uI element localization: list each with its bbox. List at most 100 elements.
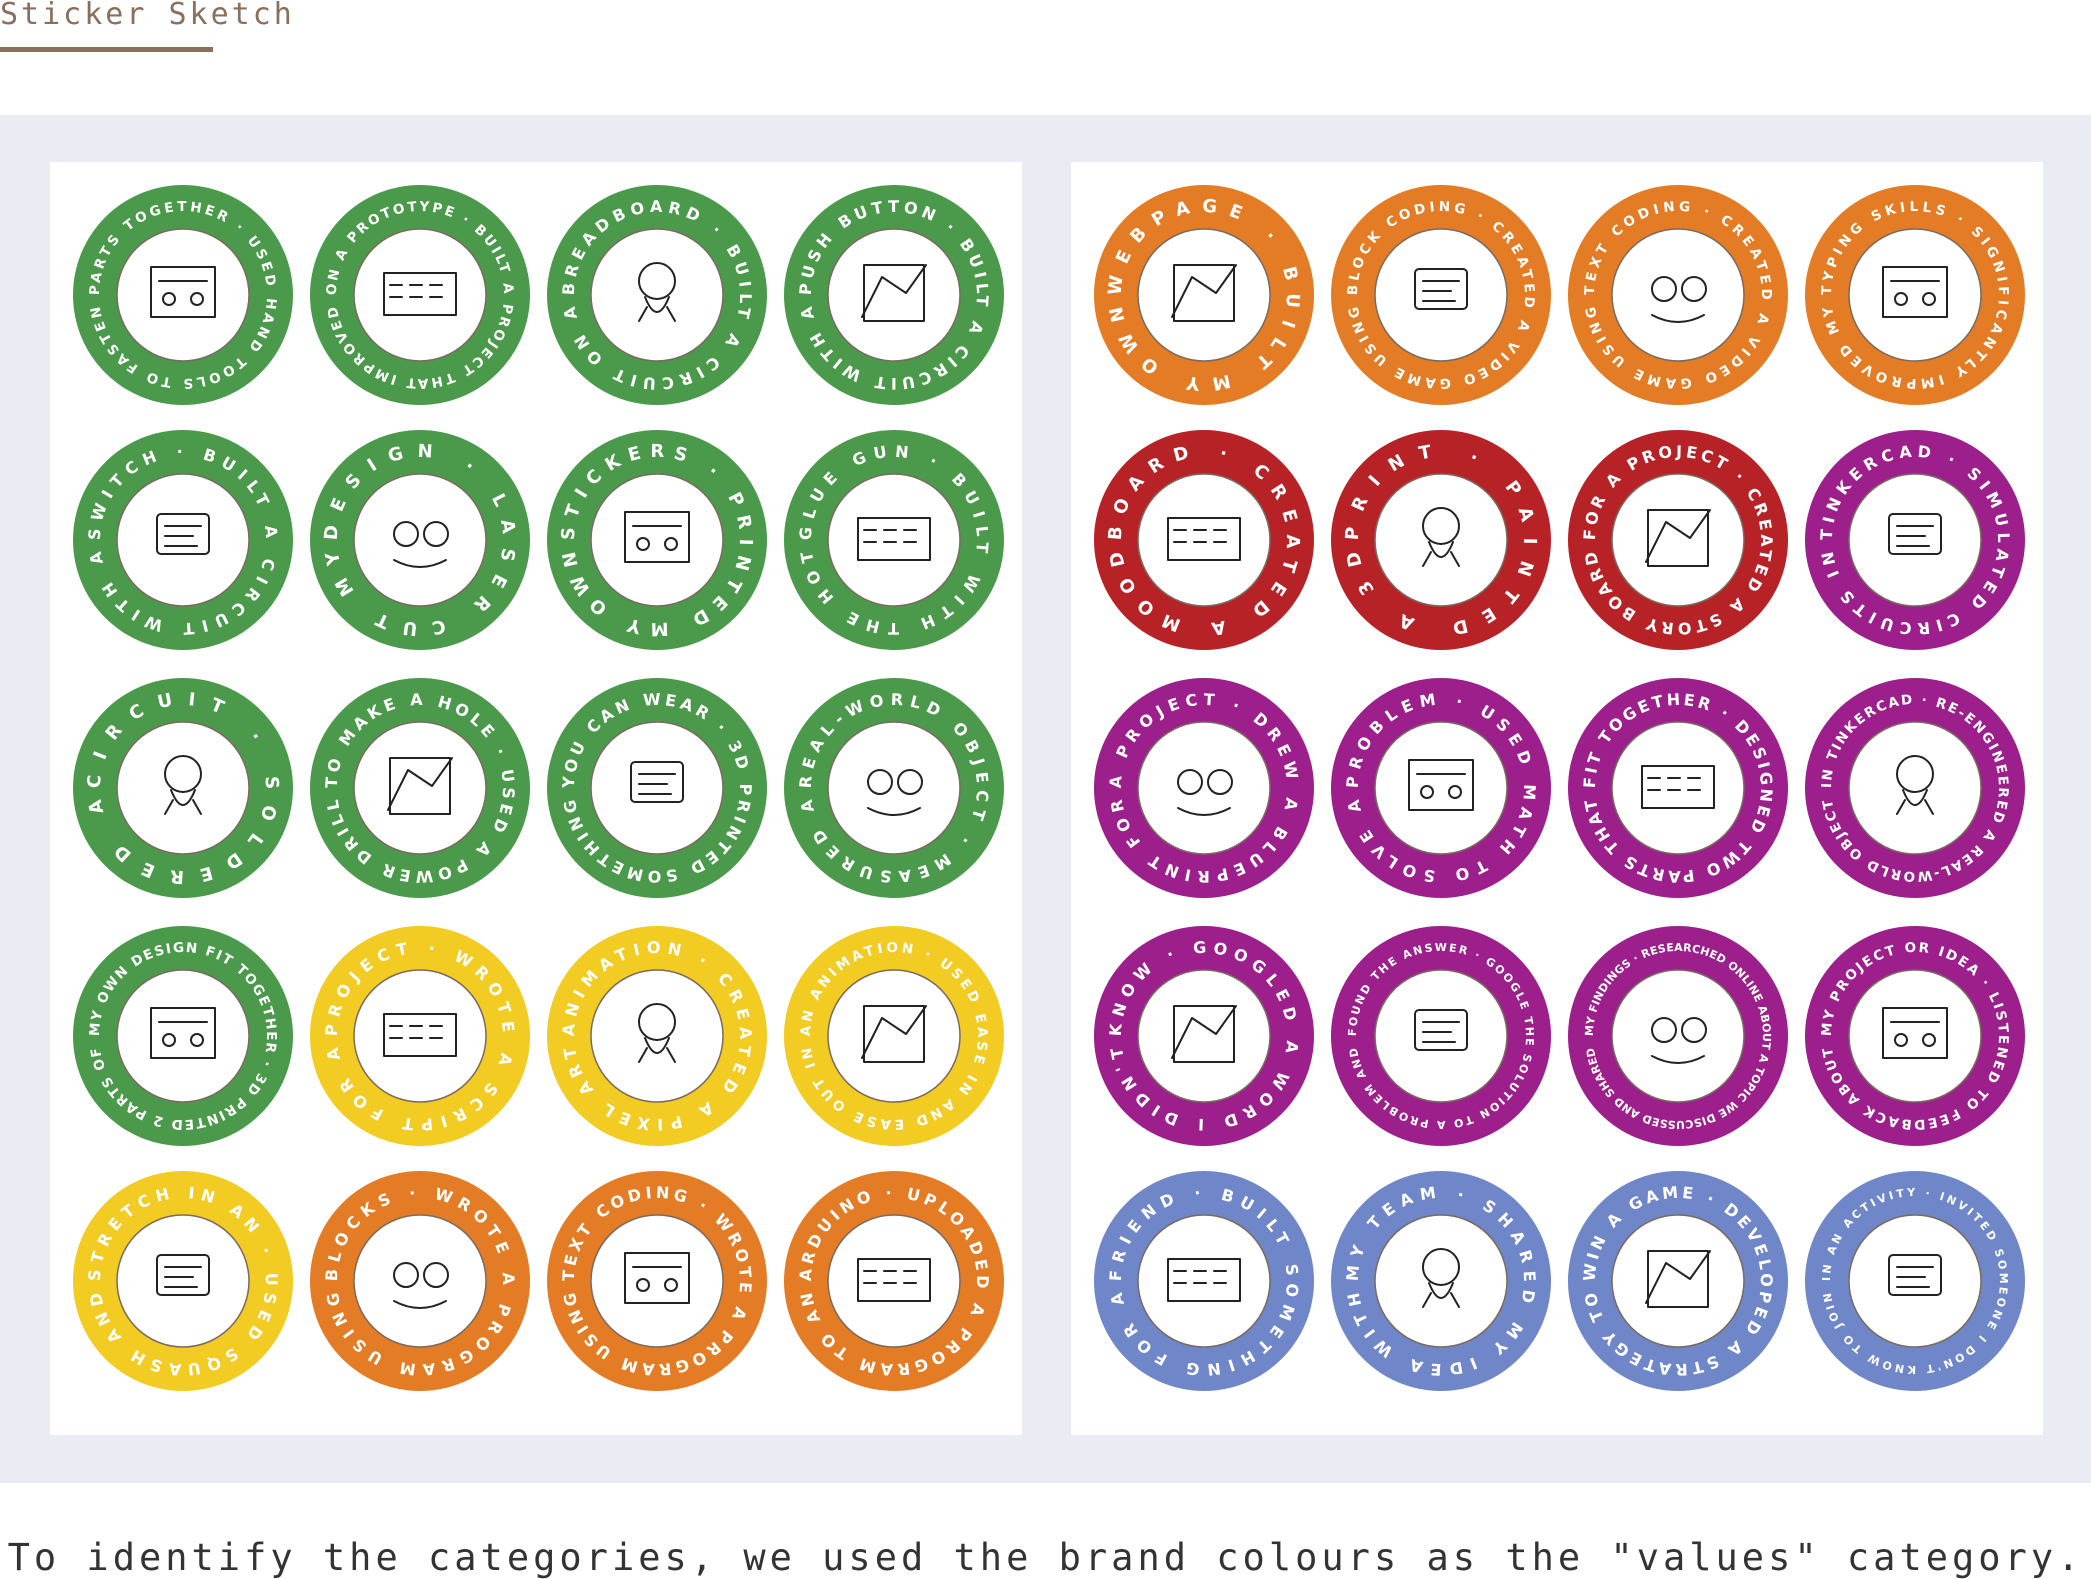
badge-graphic: FOR A PROJECT · CREATED A STORY BOARD (1568, 430, 1788, 650)
sticker-badge: STICKERS · PRINTED MY OWN (547, 430, 767, 650)
badge-graphic: TINKERCAD · SIMULATED CIRCUITS IN (1805, 430, 2025, 650)
sticker-badge: IN AN ACTIVITY · INVITED SOMEONE I DON'T… (1805, 1171, 2025, 1391)
badge-graphic: FOUND THE ANSWER · GOOGLE THE SOLUTION T… (1331, 926, 1551, 1146)
badge-graphic: TYPING SKILLS · SIGNIFICANTLY IMPROVED M… (1805, 185, 2025, 405)
badge-center (1848, 228, 1982, 362)
badge-center (353, 1214, 487, 1348)
left-sticker-sheet: PARTS TOGETHER · USED HAND TOOLS TO FAST… (50, 162, 1022, 1435)
badge-center (827, 228, 961, 362)
badge-graphic: WIN A GAME · DEVELOPED A STRATEGY TO (1568, 1171, 1788, 1391)
badge-graphic: FIT TOGETHER · DESIGNED TWO PARTS THAT (1568, 678, 1788, 898)
sticker-badge: FRIEND · BUILT SOMETHING FOR A (1094, 1171, 1314, 1391)
badge-center (1848, 969, 1982, 1103)
sticker-badge: TEXT CODING · CREATED A VIDEO GAME USING (1568, 185, 1788, 405)
badge-graphic: DESIGN · LASER CUT MY (310, 430, 530, 650)
badge-center (1611, 969, 1745, 1103)
sticker-badge: PRINT · PAINTED A 3D (1331, 430, 1551, 650)
sticker-badge: IN TINKERCAD · RE-ENGINEERED A REAL-WORL… (1805, 678, 2025, 898)
sticker-badge: SWITCH · BUILT A CIRCUIT WITH A (73, 430, 293, 650)
sticker-badge: TO MAKE A HOLE · USED A POWER DRILL (310, 678, 530, 898)
sticker-badge: ON A PROTOTYPE · BUILT A PROJECT THAT IM… (310, 185, 530, 405)
badge-graphic: BOARD · CREATED A MOOD (1094, 430, 1314, 650)
badge-center (1374, 721, 1508, 855)
badge-center (590, 969, 724, 1103)
badge-center (590, 1214, 724, 1348)
badge-center (1137, 473, 1271, 607)
badge-center (1848, 1214, 1982, 1348)
sticker-badge: MY TEAM · SHARED MY IDEA WITH (1331, 1171, 1551, 1391)
badge-graphic: TEXT CODING · CREATED A VIDEO GAME USING (1568, 185, 1788, 405)
badge-graphic: IN AN ACTIVITY · INVITED SOMEONE I DON'T… (1805, 1171, 2025, 1391)
sticker-badge: WIN A GAME · DEVELOPED A STRATEGY TO (1568, 1171, 1788, 1391)
badge-center (116, 473, 250, 607)
badge-center (353, 473, 487, 607)
sticker-badge: MY PROJECT OR IDEA · LISTENED TO FEEDBAC… (1805, 926, 2025, 1146)
badge-center (827, 473, 961, 607)
sticker-badge: ARDUINO · UPLOADED A PROGRAM TO AN (784, 1171, 1004, 1391)
badge-center (1611, 228, 1745, 362)
sticker-badge: TINKERCAD · SIMULATED CIRCUITS IN (1805, 430, 2025, 650)
badge-graphic: PRINT · PAINTED A 3D (1331, 430, 1551, 650)
badge-center (353, 721, 487, 855)
badge-center (1137, 228, 1271, 362)
sticker-badge: TEXT CODING · WROTE A PROGRAM USING (547, 1171, 767, 1391)
badge-center (827, 1214, 961, 1348)
badge-center (1611, 1214, 1745, 1348)
sticker-badge: AN ANIMATION · USED EASE IN AND EASE OUT… (784, 926, 1004, 1146)
sticker-badge: PARTS TOGETHER · USED HAND TOOLS TO FAST… (73, 185, 293, 405)
badge-center (116, 1214, 250, 1348)
badge-center (1374, 1214, 1508, 1348)
sticker-badge: A PROJECT · DREW A BLUEPRINT FOR (1094, 678, 1314, 898)
badge-center (1611, 473, 1745, 607)
badge-graphic: AN ANIMATION · USED EASE IN AND EASE OUT… (784, 926, 1004, 1146)
sticker-badge: FOR A PROJECT · CREATED A STORY BOARD (1568, 430, 1788, 650)
badge-graphic: ANIMATION · CREATED A PIXEL ART (547, 926, 767, 1146)
badge-center (1848, 473, 1982, 607)
badge-graphic: ON A PROTOTYPE · BUILT A PROJECT THAT IM… (310, 185, 530, 405)
sticker-badge: BLOCKS · WROTE A PROGRAM USING (310, 1171, 530, 1391)
sticker-badge: MY FINDINGS · RESEARCHED ONLINE ABOUT A … (1568, 926, 1788, 1146)
sticker-badge: WEBPAGE · BUILT MY OWN (1094, 185, 1314, 405)
badge-graphic: A PROJECT · DREW A BLUEPRINT FOR (1094, 678, 1314, 898)
badge-graphic: PARTS TOGETHER · USED HAND TOOLS TO FAST… (73, 185, 293, 405)
sticker-badge: BOARD · CREATED A MOOD (1094, 430, 1314, 650)
sticker-badge: BREADBOARD · BUILT A CIRCUIT ON A (547, 185, 767, 405)
sticker-badge: PROBLEM · USED MATH TO SOLVE A (1331, 678, 1551, 898)
badge-graphic: PROBLEM · USED MATH TO SOLVE A (1331, 678, 1551, 898)
badge-center (1137, 1214, 1271, 1348)
badge-graphic: PROJECT · WROTE A SCRIPT FOR A (310, 926, 530, 1146)
badge-graphic: STRETCH IN AN · USED SQUASH AND (73, 1171, 293, 1391)
page-title: Sticker Sketch (0, 0, 295, 32)
badge-graphic: KNOW · GOOGLED A WORD I DIDN'T (1094, 926, 1314, 1146)
badge-center (116, 721, 250, 855)
badge-graphic: ARDUINO · UPLOADED A PROGRAM TO AN (784, 1171, 1004, 1391)
sticker-badge: DESIGN · LASER CUT MY (310, 430, 530, 650)
badge-graphic: BLOCKS · WROTE A PROGRAM USING (310, 1171, 530, 1391)
badge-center (116, 228, 250, 362)
sticker-badge: PUSH BUTTON · BUILT A CIRCUIT WITH A (784, 185, 1004, 405)
badge-graphic: YOU CAN WEAR · 3D PRINTED SOMETHING (547, 678, 767, 898)
sticker-badge: CIRCUIT · SOLDERED A (73, 678, 293, 898)
badge-center (1137, 969, 1271, 1103)
badge-graphic: BLOCK CODING · CREATED A VIDEO GAME USIN… (1331, 185, 1551, 405)
badge-center (827, 969, 961, 1103)
sticker-badge: PROJECT · WROTE A SCRIPT FOR A (310, 926, 530, 1146)
badge-graphic: MY FINDINGS · RESEARCHED ONLINE ABOUT A … (1568, 926, 1788, 1146)
right-sticker-sheet: WEBPAGE · BUILT MY OWN BLOCK CODING · CRE… (1071, 162, 2043, 1435)
sticker-badge: BLOCK CODING · CREATED A VIDEO GAME USIN… (1331, 185, 1551, 405)
sticker-badge: FIT TOGETHER · DESIGNED TWO PARTS THAT (1568, 678, 1788, 898)
badge-center (1137, 721, 1271, 855)
sticker-badge: REAL-WORLD OBJECT · MEASURED A (784, 678, 1004, 898)
badge-center (1374, 969, 1508, 1103)
badge-graphic: SWITCH · BUILT A CIRCUIT WITH A (73, 430, 293, 650)
badge-center (827, 721, 961, 855)
sticker-badge: ANIMATION · CREATED A PIXEL ART (547, 926, 767, 1146)
badge-graphic: FRIEND · BUILT SOMETHING FOR A (1094, 1171, 1314, 1391)
badge-graphic: IN TINKERCAD · RE-ENGINEERED A REAL-WORL… (1805, 678, 2025, 898)
badge-graphic: WEBPAGE · BUILT MY OWN (1094, 185, 1314, 405)
badge-center (1374, 228, 1508, 362)
badge-center (590, 473, 724, 607)
badge-graphic: MY PROJECT OR IDEA · LISTENED TO FEEDBAC… (1805, 926, 2025, 1146)
badge-center (590, 721, 724, 855)
badge-center (1848, 721, 1982, 855)
